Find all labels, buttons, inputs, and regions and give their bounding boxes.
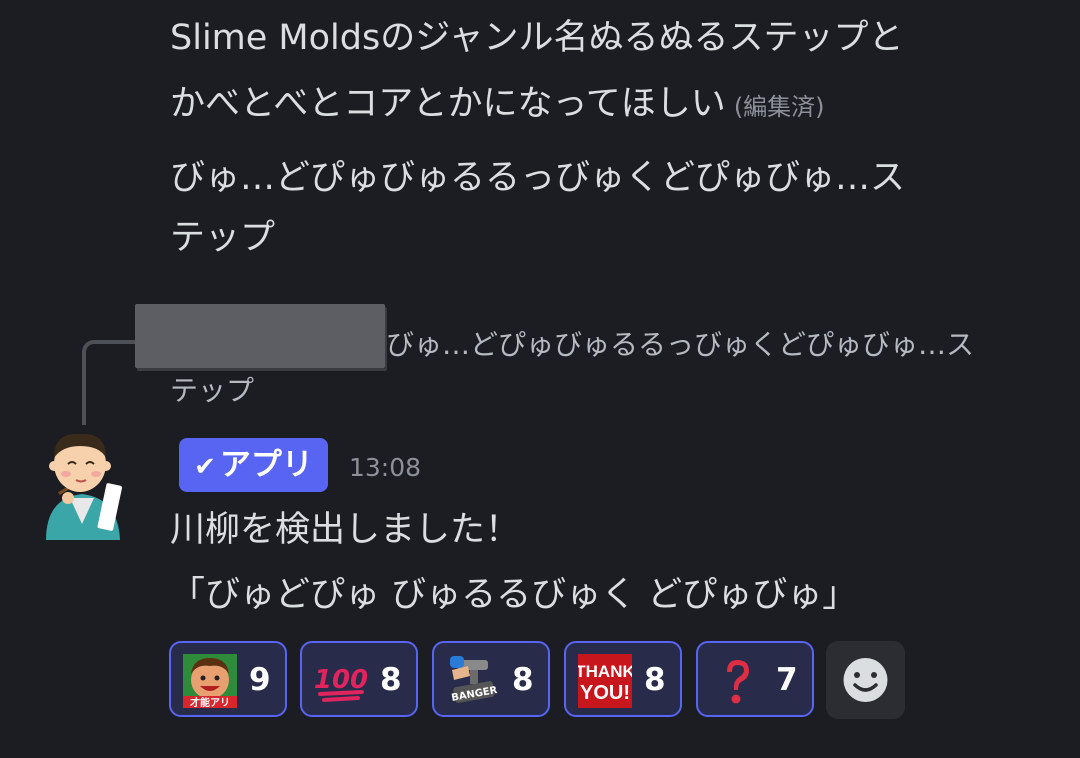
redacted-username[interactable] [135, 304, 385, 368]
question-mark-emoji [727, 660, 749, 704]
reaction-thank-you[interactable]: THANK YOU! 8 [564, 641, 682, 717]
message-text: かべとべとコアとかになってほしい (編集済) [170, 72, 825, 139]
thank-you-emoji: THANK YOU! [578, 654, 632, 708]
message-line: Slime Moldsのジャンル名ぬるぬるステップと [170, 18, 904, 58]
app-badge: ✔ アプリ [179, 438, 328, 492]
add-reaction-button[interactable] [826, 641, 905, 719]
message-text: テップ [170, 206, 275, 270]
app-badge-label: アプリ [219, 447, 313, 483]
chat-view: Slime Moldsのジャンル名ぬるぬるステップと かべとべとコアとかになって… [0, 0, 1080, 758]
reply-preview-text[interactable]: びゅ…どぴゅびゅるるっびゅくどぴゅびゅ…ス [386, 322, 974, 368]
reply-preview-text[interactable]: テップ [170, 368, 254, 414]
reaction-banger[interactable]: BANGER 8 [432, 641, 550, 717]
reaction-question[interactable]: 7 [696, 641, 814, 717]
message-text: びゅ…どぴゅびゅるるっびゅくどぴゅびゅ…ス [170, 146, 905, 210]
message-line: テップ [170, 218, 276, 258]
reply-connector [82, 340, 136, 425]
reaction-count: 7 [776, 662, 798, 698]
reaction-count: 9 [249, 662, 271, 698]
banger-stamp-emoji: BANGER [450, 656, 499, 704]
senryu-poet-icon [46, 433, 123, 540]
smiley-icon [843, 658, 888, 702]
reaction-hundred[interactable]: 100 8 [300, 641, 418, 717]
hundred-points-emoji: 100 [314, 665, 368, 702]
reaction-count: 8 [512, 662, 534, 698]
message-body-line: 「びゅどぴゅ びゅるるびゅく どぴゅびゅ」 [170, 575, 858, 615]
avatar[interactable] [40, 428, 124, 540]
message-line: びゅ…どぴゅびゅるるっびゅくどぴゅびゅ…ス [170, 158, 906, 198]
svg-text:才能アリ: 才能アリ [190, 696, 230, 708]
reaction-count: 8 [644, 662, 666, 698]
talent-app-face-emoji: 才能アリ [183, 654, 237, 708]
reaction-count: 8 [380, 662, 402, 698]
message-text: Slime Moldsのジャンル名ぬるぬるステップと [170, 6, 903, 70]
svg-text:THANK: THANK [578, 662, 632, 681]
message-line: かべとべとコアとかになってほしい [170, 84, 726, 124]
reaction-talent-app[interactable]: 才能アリ 9 [169, 641, 287, 717]
edited-label: (編集済) [733, 93, 825, 121]
message-body-line: 川柳を検出しました！ [170, 510, 521, 550]
message-timestamp[interactable]: 13:08 [349, 450, 421, 486]
verified-check-icon: ✔ [194, 452, 216, 482]
svg-text:YOU!: YOU! [580, 682, 630, 704]
